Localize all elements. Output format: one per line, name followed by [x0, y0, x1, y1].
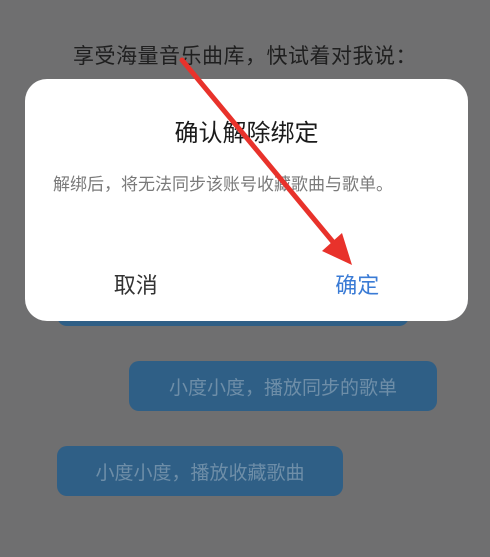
unbind-dialog: 确认解除绑定 解绑后，将无法同步该账号收藏歌曲与歌单。 取消 确定 — [25, 79, 468, 321]
chat-bubble-sync-playlist[interactable]: 小度小度，播放同步的歌单 — [129, 361, 437, 411]
dialog-title: 确认解除绑定 — [174, 119, 319, 147]
cancel-button[interactable]: 取消 — [25, 259, 247, 309]
background-hint: 享受海量音乐曲库，快试着对我说： — [73, 44, 417, 68]
dialog-actions: 取消 确定 — [25, 259, 468, 309]
confirm-button[interactable]: 确定 — [247, 259, 469, 309]
dialog-message: 解绑后，将无法同步该账号收藏歌曲与歌单。 — [53, 175, 393, 195]
chat-bubble-favorite-songs[interactable]: 小度小度，播放收藏歌曲 — [57, 446, 343, 496]
